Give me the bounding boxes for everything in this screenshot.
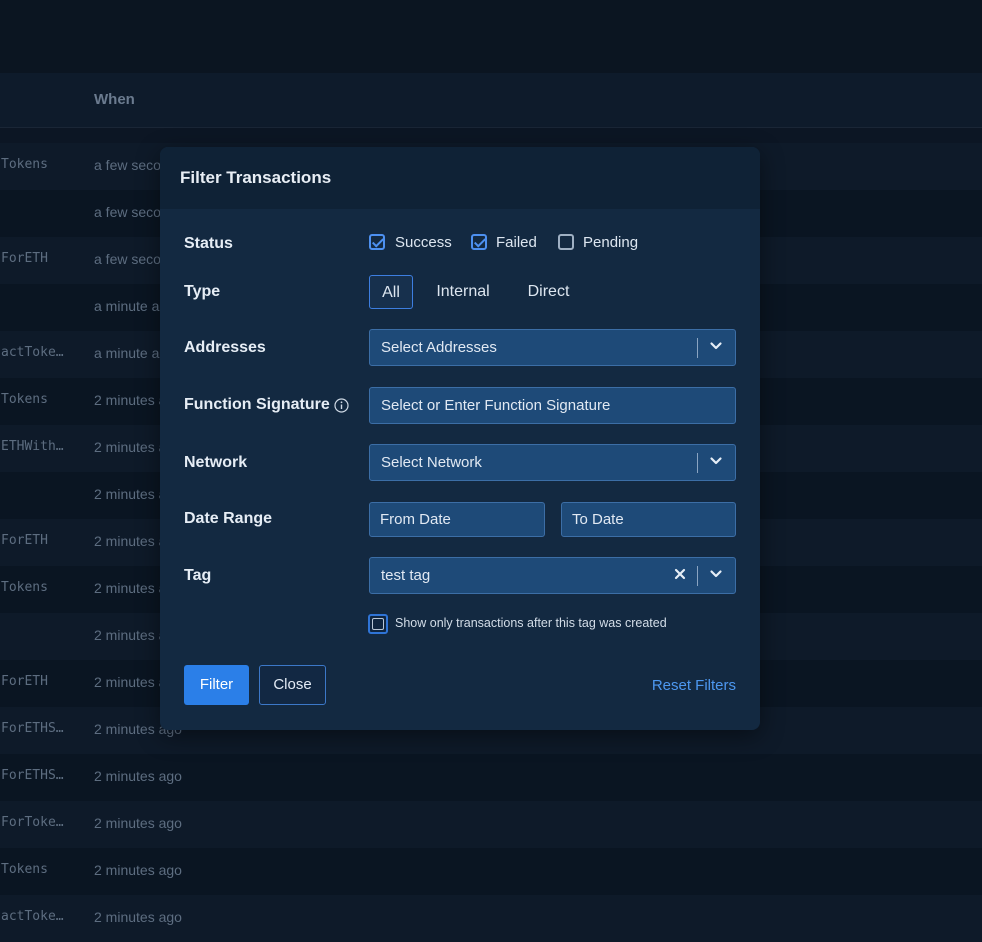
table-row[interactable]: actToke… 2 minutes ago — [0, 895, 982, 942]
modal-header: Filter Transactions — [160, 147, 760, 209]
network-label: Network — [184, 454, 248, 471]
date-range-label: Date Range — [184, 510, 273, 527]
status-label: Status — [184, 235, 233, 252]
table-row[interactable]: ForETHS… 2 minutes ago — [0, 754, 982, 801]
table-row[interactable]: ForToke… 2 minutes ago — [0, 801, 982, 848]
row-function-name: actToke… — [1, 345, 64, 360]
row-function-name: Tokens — [1, 392, 48, 407]
table-header: When — [0, 73, 982, 128]
type-label: Type — [184, 283, 221, 300]
select-separator — [697, 338, 698, 358]
row-function-name: ForETH — [1, 251, 48, 266]
row-when: 2 minutes ago — [94, 768, 182, 784]
close-button[interactable]: Close — [259, 665, 326, 705]
type-direct-button[interactable]: Direct — [520, 275, 577, 309]
status-success-label[interactable]: Success — [395, 234, 452, 251]
chevron-down-icon[interactable] — [709, 339, 723, 353]
status-failed-label[interactable]: Failed — [496, 234, 537, 251]
row-function-name: Tokens — [1, 862, 48, 877]
tag-select[interactable]: test tag — [369, 557, 736, 594]
row-function-name: actToke… — [1, 909, 64, 924]
after-tag-label[interactable]: Show only transactions after this tag wa… — [395, 616, 667, 630]
status-pending-label[interactable]: Pending — [583, 234, 638, 251]
from-date-placeholder: From Date — [380, 511, 451, 528]
close-icon[interactable] — [673, 567, 687, 581]
row-function-name: ETHWith… — [1, 439, 64, 454]
modal-title: Filter Transactions — [180, 168, 332, 187]
function-signature-placeholder: Select or Enter Function Signature — [381, 397, 611, 414]
function-signature-label: Function Signature — [184, 396, 330, 413]
column-header-when[interactable]: When — [94, 91, 135, 108]
chevron-down-icon[interactable] — [709, 567, 723, 581]
to-date-placeholder: To Date — [572, 511, 624, 528]
row-when: 2 minutes ago — [94, 815, 182, 831]
row-function-name: ForETHS… — [1, 768, 64, 783]
addresses-select[interactable]: Select Addresses — [369, 329, 736, 366]
after-tag-checkbox[interactable] — [368, 614, 388, 634]
info-icon[interactable] — [334, 398, 349, 413]
select-separator — [697, 453, 698, 473]
row-function-name: ForETH — [1, 674, 48, 689]
row-function-name: ForETHS… — [1, 721, 64, 736]
tag-value: test tag — [381, 567, 431, 584]
table-row[interactable]: Tokens 2 minutes ago — [0, 848, 982, 895]
row-when: 2 minutes ago — [94, 862, 182, 878]
status-pending-checkbox[interactable] — [558, 234, 574, 250]
to-date-input[interactable]: To Date — [561, 502, 736, 537]
row-function-name: ForToke… — [1, 815, 64, 830]
network-placeholder: Select Network — [381, 454, 482, 471]
top-bar — [0, 0, 982, 73]
row-function-name: ForETH — [1, 533, 48, 548]
tag-label: Tag — [184, 567, 212, 584]
type-all-button[interactable]: All — [369, 275, 413, 309]
addresses-placeholder: Select Addresses — [381, 339, 497, 356]
filter-transactions-modal: Filter Transactions Status Success Faile… — [160, 147, 760, 730]
from-date-input[interactable]: From Date — [369, 502, 545, 537]
network-select[interactable]: Select Network — [369, 444, 736, 481]
select-separator — [697, 566, 698, 586]
row-function-name: Tokens — [1, 157, 48, 172]
type-internal-button[interactable]: Internal — [428, 275, 498, 309]
addresses-label: Addresses — [184, 339, 266, 356]
row-when: 2 minutes ago — [94, 909, 182, 925]
reset-filters-link[interactable]: Reset Filters — [652, 677, 736, 694]
chevron-down-icon[interactable] — [709, 454, 723, 468]
function-signature-input[interactable]: Select or Enter Function Signature — [369, 387, 736, 424]
row-function-name: Tokens — [1, 580, 48, 595]
status-success-checkbox[interactable] — [369, 234, 385, 250]
status-failed-checkbox[interactable] — [471, 234, 487, 250]
filter-button[interactable]: Filter — [184, 665, 249, 705]
